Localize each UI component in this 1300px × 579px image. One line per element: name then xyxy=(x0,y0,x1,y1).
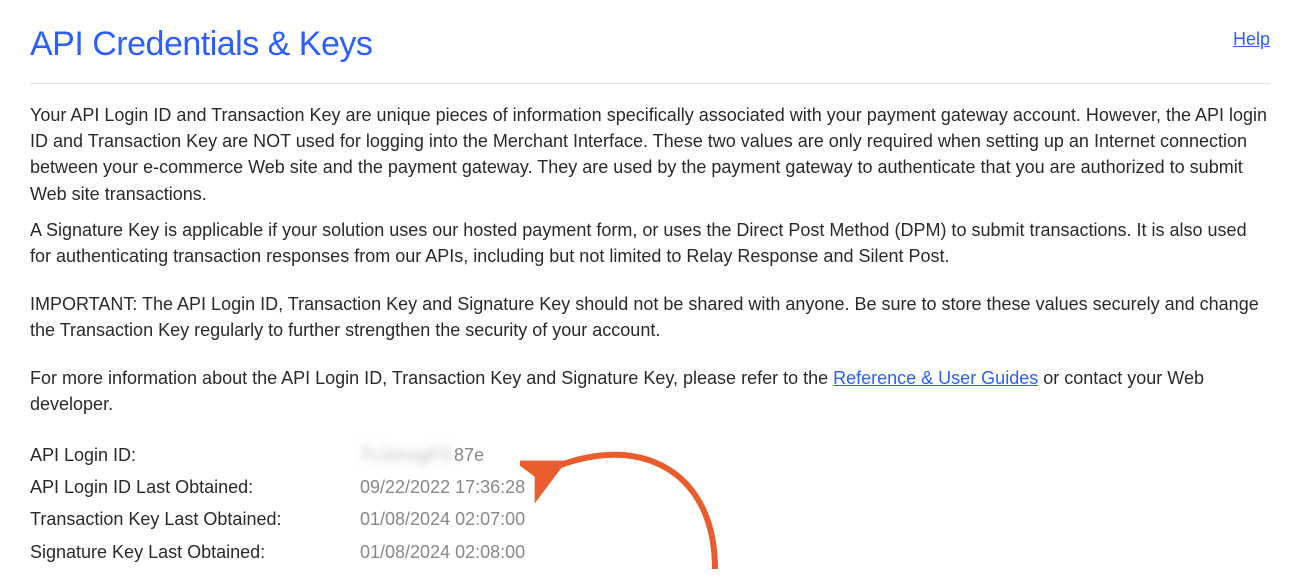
body-text: Your API Login ID and Transaction Key ar… xyxy=(30,102,1270,417)
paragraph-signature: A Signature Key is applicable if your so… xyxy=(30,217,1270,269)
value-api-login-id-last-obtained: 09/22/2022 17:36:28 xyxy=(360,474,525,500)
row-transaction-key-last-obtained: Transaction Key Last Obtained: 01/08/202… xyxy=(30,503,1270,535)
paragraph-important: IMPORTANT: The API Login ID, Transaction… xyxy=(30,291,1270,343)
label-api-login-id-last-obtained: API Login ID Last Obtained: xyxy=(30,474,360,500)
label-api-login-id: API Login ID: xyxy=(30,442,360,468)
more-info-prefix: For more information about the API Login… xyxy=(30,368,833,388)
credentials-table: API Login ID: 7c3mvgF087e API Login ID L… xyxy=(30,439,1270,567)
help-link[interactable]: Help xyxy=(1233,26,1270,52)
value-signature-key-last-obtained: 01/08/2024 02:08:00 xyxy=(360,539,525,565)
row-signature-key-last-obtained: Signature Key Last Obtained: 01/08/2024 … xyxy=(30,536,1270,568)
value-transaction-key-last-obtained: 01/08/2024 02:07:00 xyxy=(360,506,525,532)
masked-portion: 7c3mvgF0 xyxy=(360,445,452,465)
label-signature-key-last-obtained: Signature Key Last Obtained: xyxy=(30,539,360,565)
reference-guides-link[interactable]: Reference & User Guides xyxy=(833,368,1038,388)
row-api-login-id: API Login ID: 7c3mvgF087e xyxy=(30,439,1270,471)
value-api-login-id: 7c3mvgF087e xyxy=(360,442,484,468)
paragraph-intro: Your API Login ID and Transaction Key ar… xyxy=(30,102,1270,206)
visible-portion: 87e xyxy=(454,445,484,465)
label-transaction-key-last-obtained: Transaction Key Last Obtained: xyxy=(30,506,360,532)
header-row: API Credentials & Keys Help xyxy=(30,20,1270,84)
paragraph-more-info: For more information about the API Login… xyxy=(30,365,1270,417)
page-title: API Credentials & Keys xyxy=(30,20,372,69)
row-api-login-id-last-obtained: API Login ID Last Obtained: 09/22/2022 1… xyxy=(30,471,1270,503)
